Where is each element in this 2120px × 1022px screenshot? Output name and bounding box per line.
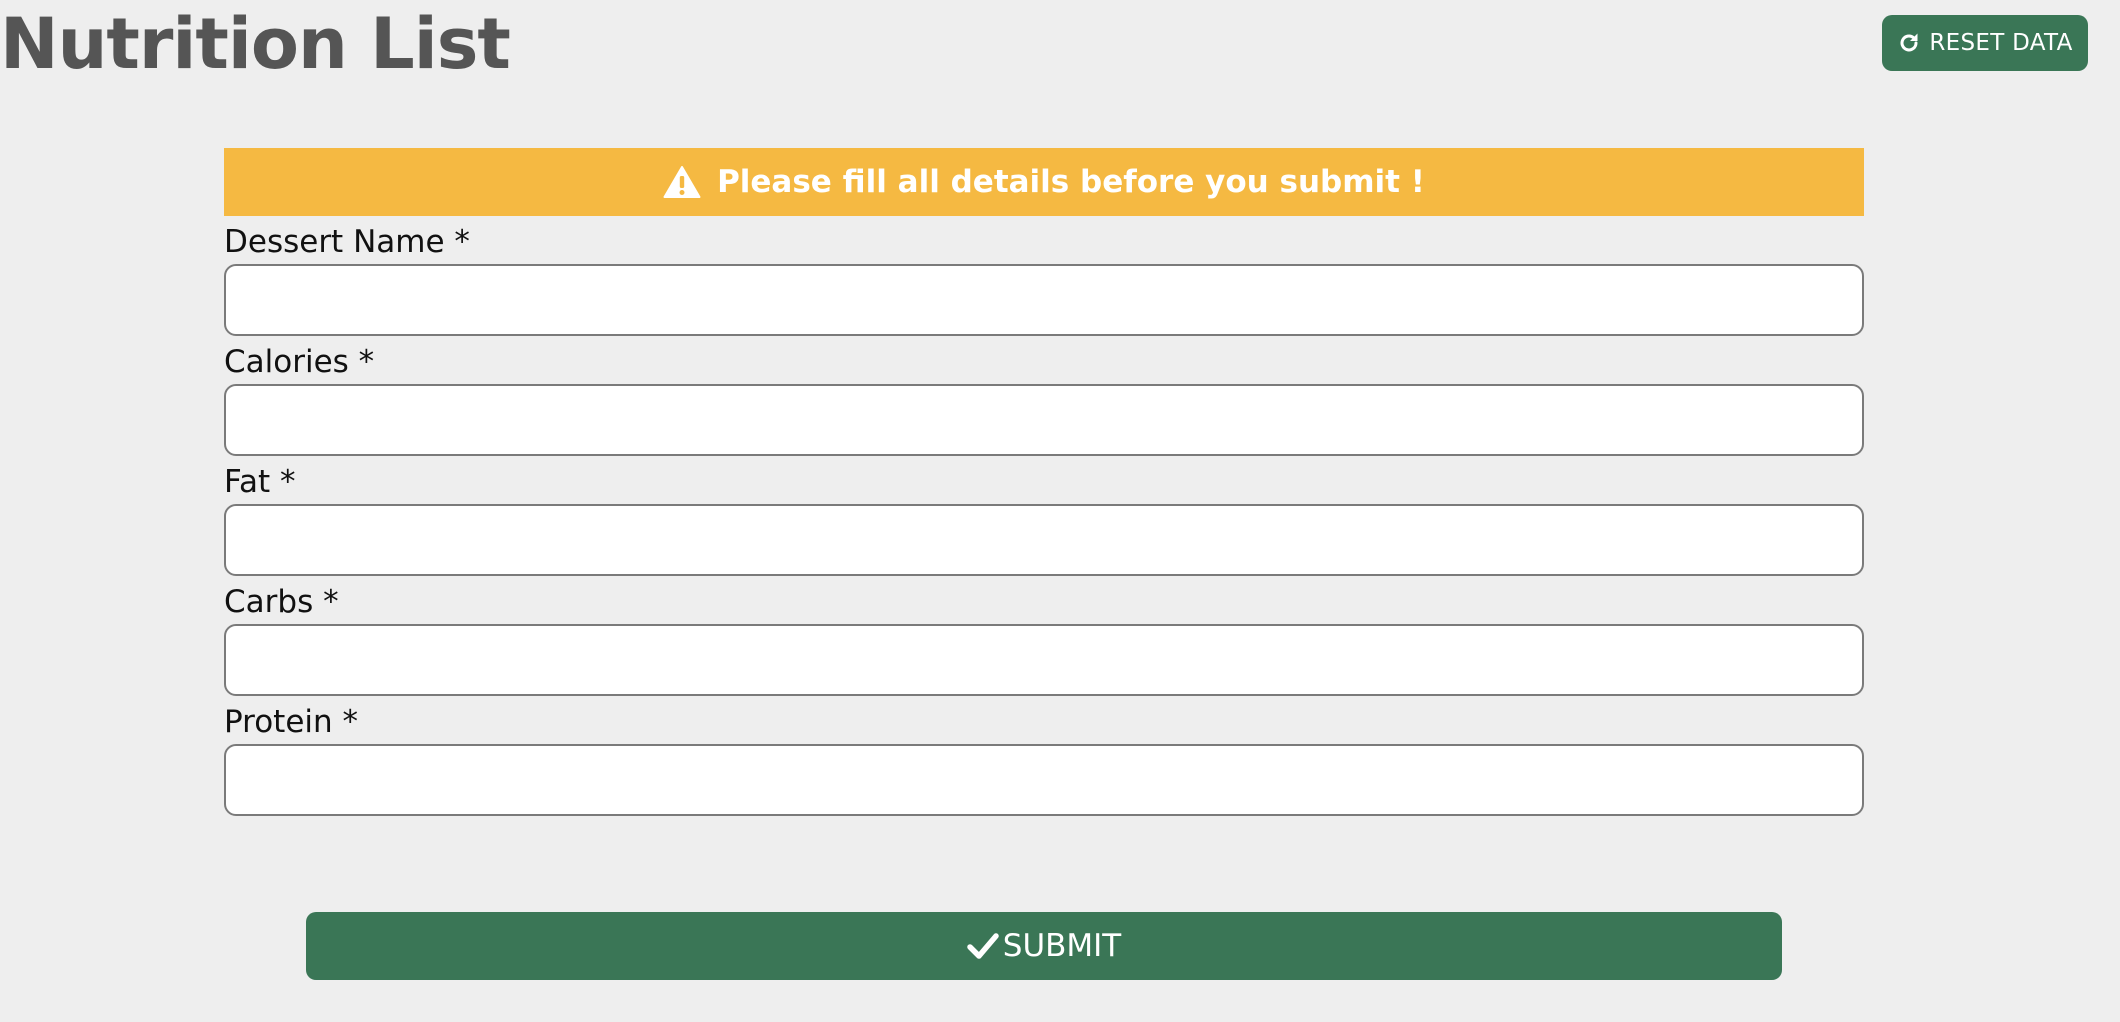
carbs-label: Carbs * xyxy=(224,584,339,620)
fat-label: Fat * xyxy=(224,464,296,500)
reset-data-label: RESET DATA xyxy=(1929,30,2073,56)
nutrition-form: Dessert Name * Calories * Fat * Carbs * … xyxy=(224,220,1864,820)
page-title: Nutrition List xyxy=(0,3,511,85)
protein-label: Protein * xyxy=(224,704,359,740)
dessert-name-input[interactable] xyxy=(224,264,1864,336)
reset-data-button[interactable]: RESET DATA xyxy=(1882,15,2088,71)
submit-label: SUBMIT xyxy=(1002,928,1122,964)
carbs-input[interactable] xyxy=(224,624,1864,696)
protein-input[interactable] xyxy=(224,744,1864,816)
dessert-name-label: Dessert Name * xyxy=(224,224,470,260)
calories-label: Calories * xyxy=(224,344,375,380)
calories-input[interactable] xyxy=(224,384,1864,456)
redo-icon xyxy=(1897,31,1921,55)
submit-button[interactable]: SUBMIT xyxy=(306,912,1782,980)
warning-message: Please fill all details before you submi… xyxy=(717,164,1425,200)
warning-alert: Please fill all details before you submi… xyxy=(224,148,1864,216)
checkmark-icon xyxy=(967,932,999,960)
warning-icon xyxy=(663,165,701,199)
fat-input[interactable] xyxy=(224,504,1864,576)
